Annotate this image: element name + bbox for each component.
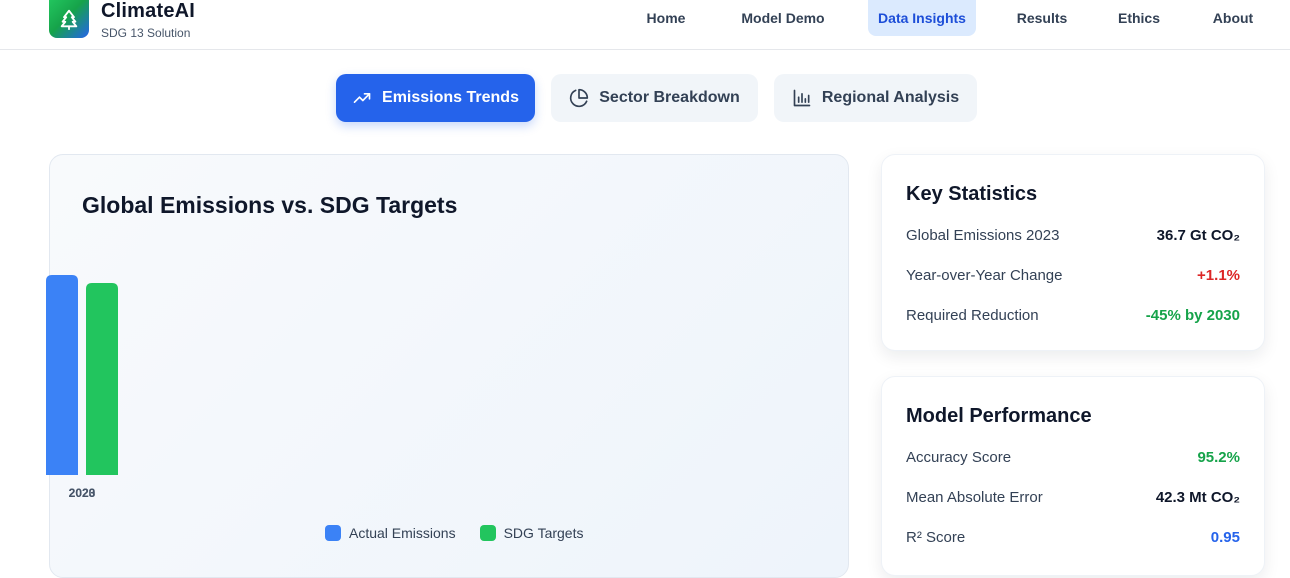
legend-label: SDG Targets	[503, 525, 584, 541]
stat-label: R² Score	[906, 529, 966, 546]
top-header: ClimateAI SDG 13 Solution Home Model Dem…	[0, 0, 1290, 50]
model-performance-card: Model Performance Accuracy Score 95.2% M…	[881, 376, 1265, 576]
chart-legend: Actual Emissions SDG Targets	[325, 525, 583, 541]
stat-row: Mean Absolute Error 42.3 Mt CO₂	[906, 489, 1240, 506]
bar-actual-emissions[interactable]	[46, 275, 78, 475]
stat-row: Global Emissions 2023 36.7 Gt CO₂	[906, 227, 1240, 244]
stat-label: Global Emissions 2023	[906, 227, 1060, 244]
legend-item-sdg[interactable]: SDG Targets	[479, 525, 584, 541]
key-statistics-card: Key Statistics Global Emissions 2023 36.…	[881, 154, 1265, 351]
tab-label: Regional Analysis	[821, 89, 960, 106]
stat-label: Required Reduction	[906, 307, 1039, 324]
stat-label: Mean Absolute Error	[906, 489, 1043, 506]
stat-value: -45% by 2030	[1145, 307, 1240, 324]
tab-regional-analysis[interactable]: Regional Analysis	[774, 74, 977, 122]
card-title: Key Statistics	[906, 183, 1038, 205]
nav-ethics[interactable]: Ethics	[1108, 0, 1170, 36]
tab-sector-breakdown[interactable]: Sector Breakdown	[551, 74, 758, 122]
stat-value: 95.2%	[1197, 449, 1240, 466]
stat-row: R² Score 0.95	[906, 529, 1240, 546]
stat-label: Year-over-Year Change	[906, 267, 1063, 284]
bar-sdg-targets[interactable]	[86, 283, 118, 475]
stat-row: Year-over-Year Change +1.1%	[906, 267, 1240, 284]
emissions-bar-chart: 20202023	[46, 275, 118, 500]
emissions-chart-card: Global Emissions vs. SDG Targets 2020 202…	[46, 154, 849, 578]
chart-title: Global Emissions vs. SDG Targets	[82, 192, 458, 218]
stat-value: 0.95	[1210, 529, 1240, 546]
nav-about[interactable]: About	[1202, 0, 1264, 36]
tab-emissions-trends[interactable]: Emissions Trends	[336, 74, 535, 122]
main-nav: Home Model Demo Data Insights Results Et…	[0, 0, 1290, 36]
legend-item-actual[interactable]: Actual Emissions	[325, 525, 456, 541]
pie-chart-icon	[570, 88, 589, 108]
tab-label: Sector Breakdown	[599, 89, 740, 106]
tab-label: Emissions Trends	[382, 89, 519, 106]
legend-swatch-sdg	[479, 525, 496, 541]
nav-home[interactable]: Home	[634, 0, 698, 36]
card-title: Model Performance	[906, 405, 1092, 427]
stat-row: Accuracy Score 95.2%	[906, 449, 1240, 466]
stat-value: +1.1%	[1197, 267, 1240, 284]
nav-model-demo[interactable]: Model Demo	[730, 0, 836, 36]
stat-label: Accuracy Score	[906, 449, 1012, 466]
trending-up-icon	[353, 93, 371, 103]
legend-swatch-actual	[325, 525, 341, 541]
bar-chart-icon	[793, 89, 811, 107]
stat-value: 36.7 Gt CO₂	[1156, 227, 1240, 244]
nav-data-insights[interactable]: Data Insights	[868, 0, 976, 36]
legend-label: Actual Emissions	[349, 525, 456, 541]
x-tick-label: 2023	[69, 486, 96, 500]
stat-row: Required Reduction -45% by 2030	[906, 307, 1240, 324]
stat-value: 42.3 Mt CO₂	[1155, 489, 1240, 506]
nav-results[interactable]: Results	[1008, 0, 1076, 36]
